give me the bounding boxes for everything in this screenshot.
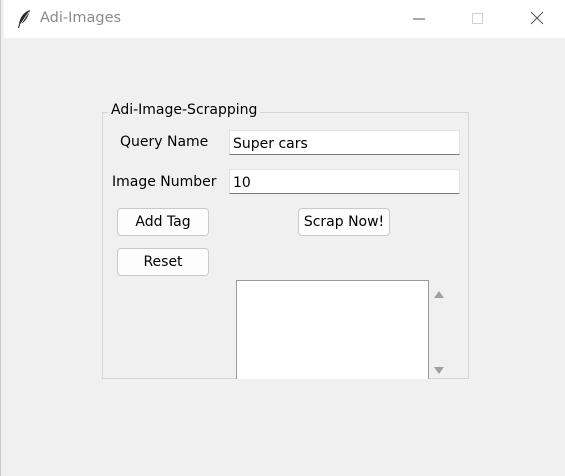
- add-tag-label: Add Tag: [135, 214, 191, 230]
- scrap-now-button[interactable]: Scrap Now!: [298, 208, 390, 236]
- triangle-down-icon: [434, 359, 444, 378]
- minimize-button[interactable]: [396, 0, 442, 38]
- query-name-label: Query Name: [120, 134, 209, 150]
- window-title: Adi-Images: [40, 10, 122, 26]
- app-window: Adi-Images Adi-Image-Scrapping Query Nam…: [0, 0, 565, 476]
- window-content: Adi-Image-Scrapping Query Name Image Num…: [4, 38, 565, 476]
- triangle-up-icon: [434, 283, 444, 302]
- reset-button[interactable]: Reset: [117, 248, 209, 276]
- reset-label: Reset: [143, 254, 183, 270]
- image-number-input[interactable]: [229, 169, 460, 194]
- query-name-input[interactable]: [229, 130, 460, 155]
- title-bar[interactable]: Adi-Images: [4, 0, 565, 38]
- scrap-now-label: Scrap Now!: [303, 214, 385, 230]
- tags-text-area[interactable]: [236, 280, 429, 379]
- feather-icon: [16, 9, 32, 29]
- maximize-icon: [472, 10, 484, 29]
- minimize-icon: [413, 10, 425, 29]
- close-icon: [530, 10, 544, 29]
- scroll-down-button[interactable]: [432, 362, 446, 374]
- scroll-up-button[interactable]: [432, 286, 446, 298]
- maximize-button[interactable]: [455, 0, 501, 38]
- group-title: Adi-Image-Scrapping: [108, 102, 261, 118]
- image-number-label: Image Number: [112, 174, 217, 190]
- add-tag-button[interactable]: Add Tag: [117, 208, 209, 236]
- close-button[interactable]: [514, 0, 560, 38]
